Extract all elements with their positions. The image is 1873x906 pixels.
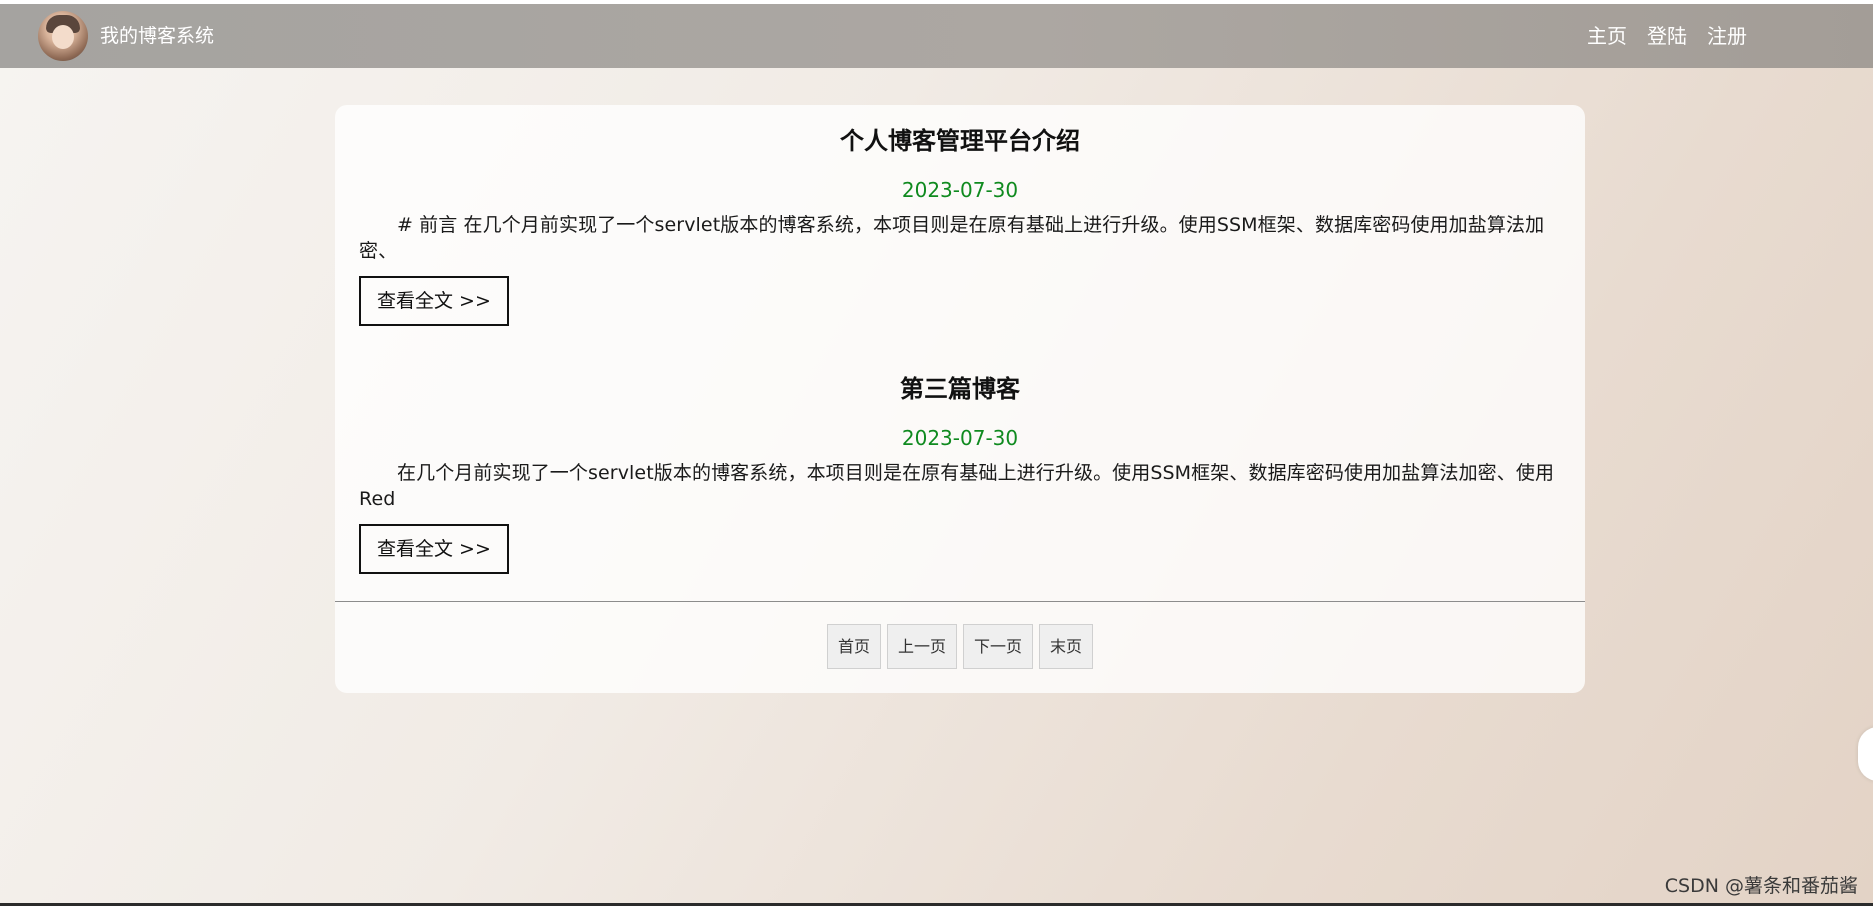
site-title: 我的博客系统 <box>100 25 215 47</box>
side-float-handle[interactable] <box>1858 727 1873 781</box>
nav-register[interactable]: 注册 <box>1707 24 1747 48</box>
pagination: 首页 上一页 下一页 末页 <box>335 624 1585 669</box>
post-desc: # 前言 在几个月前实现了一个servlet版本的博客系统，本项目则是在原有基础… <box>359 214 1545 262</box>
post-desc: 在几个月前实现了一个servlet版本的博客系统，本项目则是在原有基础上进行升级… <box>359 462 1555 510</box>
page-background: 我的博客系统 主页 登陆 注册 个人博客管理平台介绍 2023-07-30 # … <box>0 0 1873 906</box>
nav-login[interactable]: 登陆 <box>1647 24 1687 48</box>
next-page-button[interactable]: 下一页 <box>963 624 1034 669</box>
blog-post: 个人博客管理平台介绍 2023-07-30 # 前言 在几个月前实现了一个ser… <box>359 125 1561 326</box>
blog-post: 第三篇博客 2023-07-30 在几个月前实现了一个servlet版本的博客系… <box>359 373 1561 574</box>
post-date: 2023-07-30 <box>901 178 1019 202</box>
navbar: 我的博客系统 主页 登陆 注册 <box>0 4 1873 68</box>
post-title: 个人博客管理平台介绍 <box>840 127 1080 155</box>
pager-divider <box>335 601 1585 602</box>
read-more-button[interactable]: 查看全文 >> <box>359 276 509 326</box>
last-page-button[interactable]: 末页 <box>1039 624 1094 669</box>
nav-links: 主页 登陆 注册 <box>1587 24 1747 48</box>
first-page-button[interactable]: 首页 <box>826 624 881 669</box>
watermark: CSDN @薯条和番茄酱 <box>1664 875 1858 897</box>
post-date: 2023-07-30 <box>901 426 1019 450</box>
nav-home[interactable]: 主页 <box>1587 24 1627 48</box>
avatar-face <box>52 25 74 49</box>
prev-page-button[interactable]: 上一页 <box>886 624 957 669</box>
avatar[interactable] <box>38 11 88 61</box>
blog-list-card: 个人博客管理平台介绍 2023-07-30 # 前言 在几个月前实现了一个ser… <box>335 105 1585 693</box>
post-title: 第三篇博客 <box>900 375 1020 403</box>
read-more-button[interactable]: 查看全文 >> <box>359 524 509 574</box>
